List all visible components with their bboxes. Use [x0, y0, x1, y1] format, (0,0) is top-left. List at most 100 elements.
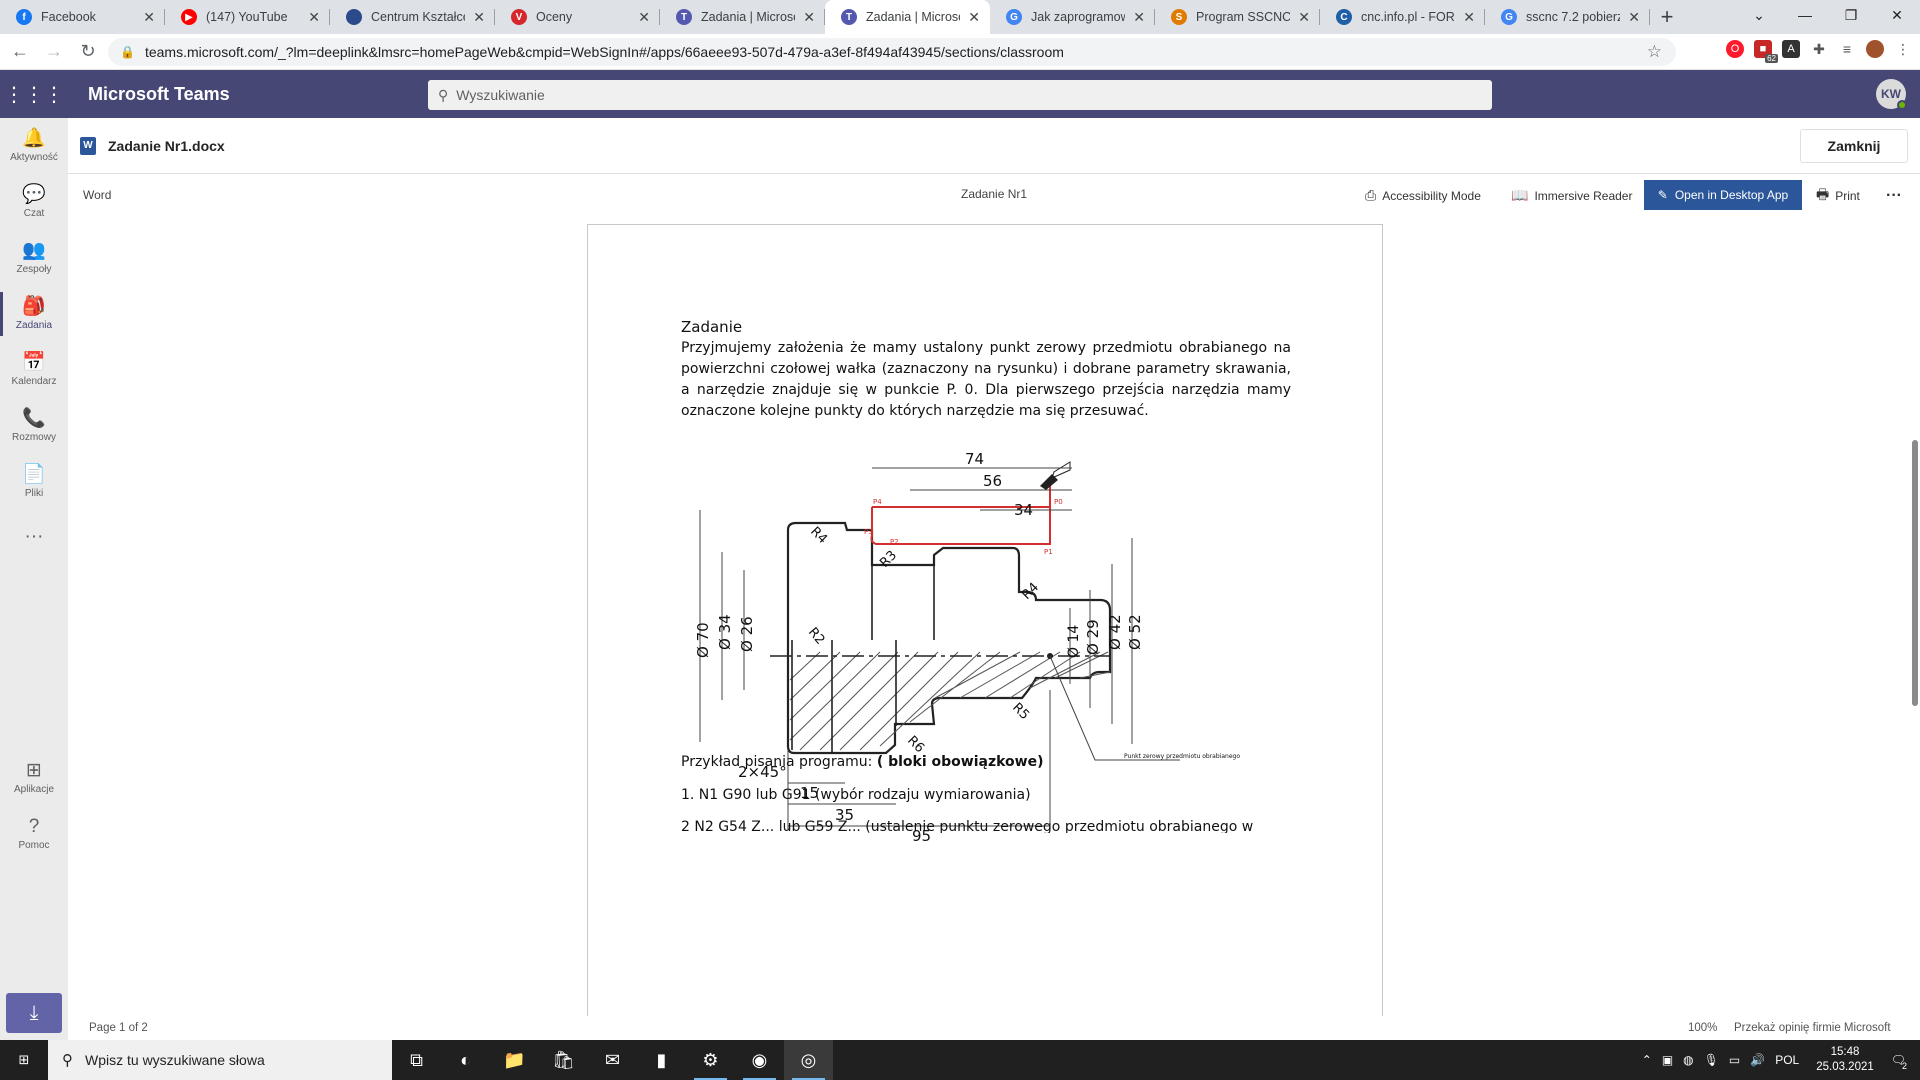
print-button[interactable]: 🖶 Print [1816, 183, 1860, 208]
more-icon: ··· [24, 525, 44, 547]
tab-search-icon[interactable]: ⌄ [1736, 0, 1782, 30]
extension-badge-icon[interactable]: ■ 62 [1754, 40, 1778, 63]
restore-icon[interactable]: ❐ [1828, 0, 1874, 30]
rail-label: Pliki [24, 488, 44, 499]
tab-close-icon[interactable]: ✕ [308, 9, 320, 26]
close-button[interactable]: Zamknij [1800, 129, 1908, 163]
open-in-desktop-app-button[interactable]: ✎ Open in Desktop App [1644, 180, 1802, 210]
app-icon[interactable]: ◉ [735, 1040, 784, 1080]
taskbar-search-input[interactable]: ⚲ Wpisz tu wyszukiwane słowa [48, 1040, 392, 1080]
browser-tab[interactable]: S Program SSCNC Pc ✕ [1155, 0, 1320, 34]
media-icon[interactable]: ≡ [1838, 40, 1856, 58]
rail-item-kalendarz[interactable]: 📅 Kalendarz [0, 342, 68, 398]
chrome-icon[interactable]: ◎ [784, 1040, 833, 1080]
search-icon: ⚲ [438, 86, 449, 103]
edge-icon[interactable]: ◐ [441, 1040, 490, 1080]
avatar[interactable]: KW [1876, 79, 1907, 110]
mail-icon[interactable]: ✉ [588, 1040, 637, 1080]
zoom-level[interactable]: 100% [1688, 1022, 1717, 1034]
tab-close-icon[interactable]: ✕ [1298, 9, 1310, 26]
document-title[interactable]: Zadanie Nr1 [961, 187, 1027, 201]
browser-tab[interactable]: Centrum Kształcen ✕ [330, 0, 495, 34]
pdf-extension-icon[interactable]: A [1782, 40, 1800, 58]
rail-item-pomoc[interactable]: ? Pomoc [0, 806, 68, 862]
profile-avatar-icon[interactable] [1866, 40, 1884, 58]
browser-tab[interactable]: Gsscnc 7.2 pobierz - ✕ [1485, 0, 1650, 34]
new-tab-button[interactable]: + [1650, 0, 1684, 34]
file-explorer-icon[interactable]: 📁 [490, 1040, 539, 1080]
phone-icon: 📞 [22, 408, 46, 429]
url-field[interactable]: 🔒 teams.microsoft.com/_?lm=deeplink&lmsr… [108, 38, 1676, 66]
printer-icon: 🖶 [1816, 185, 1830, 202]
rail-item-aplikacje[interactable]: ⊞ Aplikacje [0, 750, 68, 806]
forward-arrow-icon[interactable]: → [40, 41, 68, 62]
notifications-icon[interactable]: 🗨 2 [1891, 1053, 1907, 1071]
rail-label: Aplikacje [13, 784, 55, 795]
bookmark-star-icon[interactable]: ☆ [1647, 42, 1662, 62]
search-input[interactable]: ⚲ Wyszukiwanie [428, 80, 1492, 110]
app-launcher-icon[interactable]: ⋮⋮⋮ [0, 70, 68, 118]
dim-label: Ø 29 [1084, 619, 1102, 655]
apps-icon: ⊞ [26, 760, 42, 781]
browser-tab[interactable]: G Jak zaprogramowa ✕ [990, 0, 1155, 34]
tab-close-icon[interactable]: ✕ [473, 9, 485, 26]
tab-close-icon[interactable]: ✕ [1133, 9, 1145, 26]
rail-item-zadania[interactable]: 🎒 Zadania [0, 286, 68, 342]
tab-close-icon[interactable]: ✕ [638, 9, 650, 26]
download-app-button[interactable]: ⤓ [6, 993, 62, 1033]
tray-overflow-icon[interactable]: ⌃ [1642, 1053, 1652, 1067]
rail-label: Aktywność [10, 152, 58, 163]
browser-tab[interactable]: T Zadania | Microsoft ✕ [660, 0, 825, 34]
language-indicator[interactable]: POL [1775, 1053, 1799, 1067]
office-icon[interactable]: ▮ [637, 1040, 686, 1080]
tab-title: (147) YouTube [206, 10, 288, 24]
example-heading: Przykład pisania programu: ( bloki obowi… [681, 754, 1044, 770]
tool-point-label: P1 [1044, 548, 1053, 556]
browser-tab[interactable]: ▶ (147) YouTube ✕ [165, 0, 330, 34]
store-icon[interactable]: 🛍 [539, 1040, 588, 1080]
rail-item-czat[interactable]: 💬 Czat [0, 174, 68, 230]
opera-icon[interactable]: O [1726, 40, 1744, 58]
rail-item-zespoły[interactable]: 👥 Zespoły [0, 230, 68, 286]
accessibility-mode-button[interactable]: ⎙ Accessibility Mode [1365, 183, 1481, 208]
task-view-icon[interactable]: ⧉ [392, 1040, 441, 1080]
microphone-icon[interactable]: 🎙 [1704, 1053, 1719, 1067]
browser-tab[interactable]: f Facebook ✕ [0, 0, 165, 34]
rail-item-pliki[interactable]: 📄 Pliki [0, 454, 68, 510]
tab-close-icon[interactable]: ✕ [968, 9, 980, 26]
avatar-initials: KW [1881, 87, 1901, 101]
tab-close-icon[interactable]: ✕ [1628, 9, 1640, 26]
browser-tab[interactable]: V Oceny ✕ [495, 0, 660, 34]
tool-point-label: P0 [1054, 498, 1063, 506]
tab-close-icon[interactable]: ✕ [1463, 9, 1475, 26]
rail-item-rozmowy[interactable]: 📞 Rozmowy [0, 398, 68, 454]
puzzle-icon[interactable]: ✚ [1810, 40, 1828, 58]
close-window-icon[interactable]: ✕ [1874, 0, 1920, 30]
minimize-icon[interactable]: — [1782, 0, 1828, 30]
rail-item-more[interactable]: ··· [0, 510, 68, 566]
browser-menu-icon[interactable]: ⋮ [1894, 40, 1912, 58]
reload-icon[interactable]: ↻ [74, 41, 102, 62]
volume-icon[interactable]: 🔊 [1750, 1053, 1765, 1067]
tray-app-icon[interactable]: ▣ [1662, 1053, 1673, 1067]
search-placeholder: Wyszukiwanie [456, 87, 545, 103]
rail-label: Kalendarz [11, 376, 57, 387]
immersive-reader-button[interactable]: 📖 Immersive Reader [1511, 183, 1632, 208]
tab-close-icon[interactable]: ✕ [143, 9, 155, 26]
tray-steam-icon[interactable]: ◍ [1683, 1053, 1693, 1067]
browser-tab[interactable]: Ccnc.info.pl - FORUM ✕ [1320, 0, 1485, 34]
browser-tab[interactable]: T Zadania | Microsoft ✕ [825, 0, 990, 34]
rail-item-aktywność[interactable]: 🔔 Aktywność [0, 118, 68, 174]
vertical-scrollbar[interactable] [1912, 440, 1918, 706]
more-options-button[interactable]: ··· [1886, 183, 1902, 208]
tab-close-icon[interactable]: ✕ [803, 9, 815, 26]
network-icon[interactable]: ▭ [1729, 1053, 1740, 1067]
status-bar: Page 1 of 2 100% Przekaż opinię firmie M… [68, 1016, 1920, 1040]
steam-icon[interactable]: ⚙ [686, 1040, 735, 1080]
feedback-link[interactable]: Przekaż opinię firmie Microsoft [1734, 1022, 1891, 1034]
back-arrow-icon[interactable]: ← [6, 41, 34, 62]
windows-start-icon[interactable]: ⊞ [0, 1040, 48, 1080]
app-rail: ⤓ 🔔 Aktywność 💬 Czat 👥 Zespoły 🎒 Zadania 📅 Kalend… [0, 118, 68, 1040]
zero-point-label: Punkt zerowy przedmiotu obrabianego [1124, 753, 1240, 760]
clock[interactable]: 15:48 25.03.2021 [1816, 1045, 1874, 1075]
